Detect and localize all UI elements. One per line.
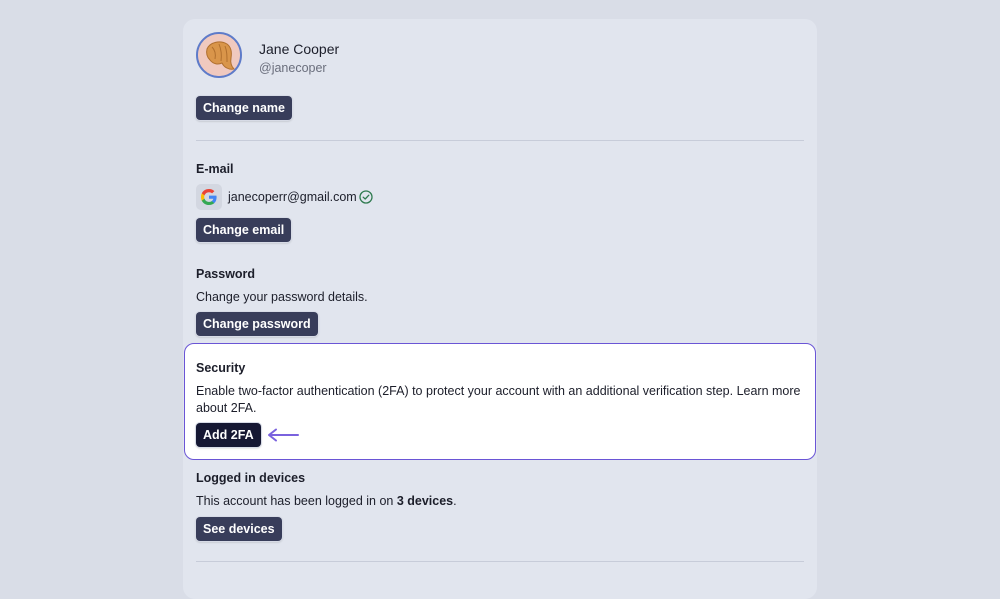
- profile-section: Jane Cooper @janecoper: [196, 32, 804, 82]
- email-address: janecoperr@gmail.com: [228, 190, 357, 204]
- security-description: Enable two-factor authentication (2FA) t…: [196, 384, 801, 415]
- password-description: Change your password details.: [196, 290, 368, 304]
- security-section-title: Security: [196, 361, 246, 375]
- security-section: Security Enable two-factor authenticatio…: [184, 343, 816, 460]
- devices-description: This account has been logged in on 3 dev…: [196, 494, 457, 508]
- arrow-left-icon: [268, 428, 299, 442]
- see-devices-button[interactable]: See devices: [196, 517, 282, 541]
- change-name-button[interactable]: Change name: [196, 96, 292, 120]
- account-settings-card: Jane Cooper @janecoper Change name E-mai…: [183, 19, 817, 599]
- profile-handle: @janecoper: [259, 61, 327, 75]
- croissant-icon: [198, 34, 240, 76]
- check-circle-icon: [359, 190, 373, 204]
- google-icon: [201, 189, 217, 205]
- change-email-button[interactable]: Change email: [196, 218, 292, 242]
- section-divider-bottom: [196, 561, 804, 562]
- password-section-title: Password: [196, 267, 256, 281]
- profile-name: Jane Cooper: [259, 41, 340, 57]
- email-section-title: E-mail: [196, 162, 234, 176]
- change-password-button[interactable]: Change password: [196, 312, 318, 336]
- add-2fa-button[interactable]: Add 2FA: [196, 423, 261, 447]
- avatar[interactable]: [196, 32, 242, 78]
- google-account-badge: [196, 184, 222, 210]
- device-count: 3 devices: [396, 494, 454, 508]
- devices-section-title: Logged in devices: [196, 471, 306, 485]
- section-divider: [196, 140, 804, 141]
